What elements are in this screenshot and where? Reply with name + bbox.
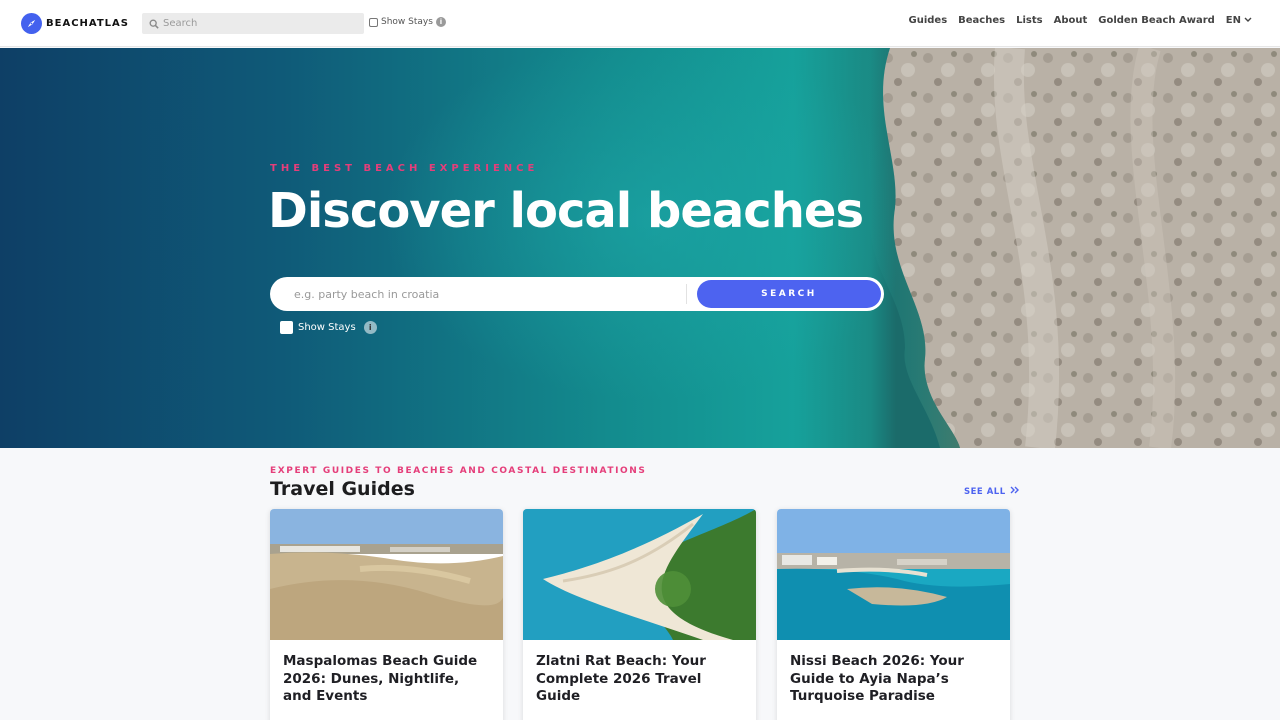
- logo-text: BEACHATLAS: [46, 18, 129, 29]
- info-icon[interactable]: i: [435, 17, 446, 27]
- hero-eyebrow: THE BEST BEACH EXPERIENCE: [270, 163, 539, 174]
- hero-search-button[interactable]: SEARCH: [697, 280, 881, 308]
- compass-icon: [21, 13, 42, 34]
- guide-card-image: [270, 509, 503, 640]
- guide-card-title: Maspalomas Beach Guide 2026: Dunes, Nigh…: [283, 653, 478, 704]
- hero-show-stays-label[interactable]: Show Stays: [298, 322, 356, 333]
- header-show-stays-checkbox[interactable]: [369, 17, 378, 27]
- double-chevron-right-icon: [1010, 486, 1019, 497]
- hero-search-bar: e.g. party beach in croatia SEARCH: [270, 277, 884, 311]
- hero-background-image: [860, 48, 1280, 448]
- language-selector[interactable]: EN: [1226, 15, 1252, 26]
- guide-card-title: Nissi Beach 2026: Your Guide to Ayia Nap…: [790, 653, 964, 704]
- see-all-label: SEE ALL: [964, 486, 1006, 497]
- nav-lists[interactable]: Lists: [1016, 15, 1042, 26]
- guide-card-image: [777, 509, 1010, 640]
- guide-card[interactable]: Maspalomas Beach Guide 2026: Dunes, Nigh…: [270, 509, 503, 720]
- nav-guides[interactable]: Guides: [909, 15, 948, 26]
- search-icon: [149, 14, 159, 33]
- hero-banner: THE BEST BEACH EXPERIENCE Discover local…: [0, 48, 1280, 448]
- hero-show-stays-checkbox[interactable]: [280, 321, 293, 334]
- main-nav: Guides Beaches Lists About Golden Beach …: [909, 15, 1253, 26]
- header-search-placeholder: Search: [163, 18, 198, 29]
- hero-search-input[interactable]: e.g. party beach in croatia: [270, 284, 687, 304]
- guide-card-title: Zlatni Rat Beach: Your Complete 2026 Tra…: [536, 653, 706, 704]
- hero-title: Discover local beaches: [268, 183, 864, 239]
- header-show-stays-label[interactable]: Show Stays: [381, 17, 433, 27]
- hero-show-stays: Show Stays i: [280, 321, 377, 334]
- chevron-down-icon: [1244, 15, 1252, 26]
- info-icon[interactable]: i: [363, 321, 377, 334]
- see-all-link[interactable]: SEE ALL: [964, 486, 1019, 497]
- guide-card-image: [523, 509, 756, 640]
- guide-card[interactable]: Zlatni Rat Beach: Your Complete 2026 Tra…: [523, 509, 756, 720]
- guide-card[interactable]: Nissi Beach 2026: Your Guide to Ayia Nap…: [777, 509, 1010, 720]
- nav-golden-beach-award[interactable]: Golden Beach Award: [1098, 15, 1215, 26]
- top-navbar: BEACHATLAS Search Show Stays i Guides Be…: [0, 0, 1280, 47]
- nav-about[interactable]: About: [1054, 15, 1088, 26]
- logo[interactable]: BEACHATLAS: [21, 13, 129, 34]
- language-label: EN: [1225, 15, 1241, 26]
- header-search-input[interactable]: Search: [142, 13, 364, 34]
- nav-beaches[interactable]: Beaches: [958, 15, 1005, 26]
- guides-eyebrow: EXPERT GUIDES TO BEACHES AND COASTAL DES…: [270, 466, 647, 476]
- guides-title: Travel Guides: [270, 478, 415, 500]
- header-show-stays: Show Stays i: [369, 17, 446, 27]
